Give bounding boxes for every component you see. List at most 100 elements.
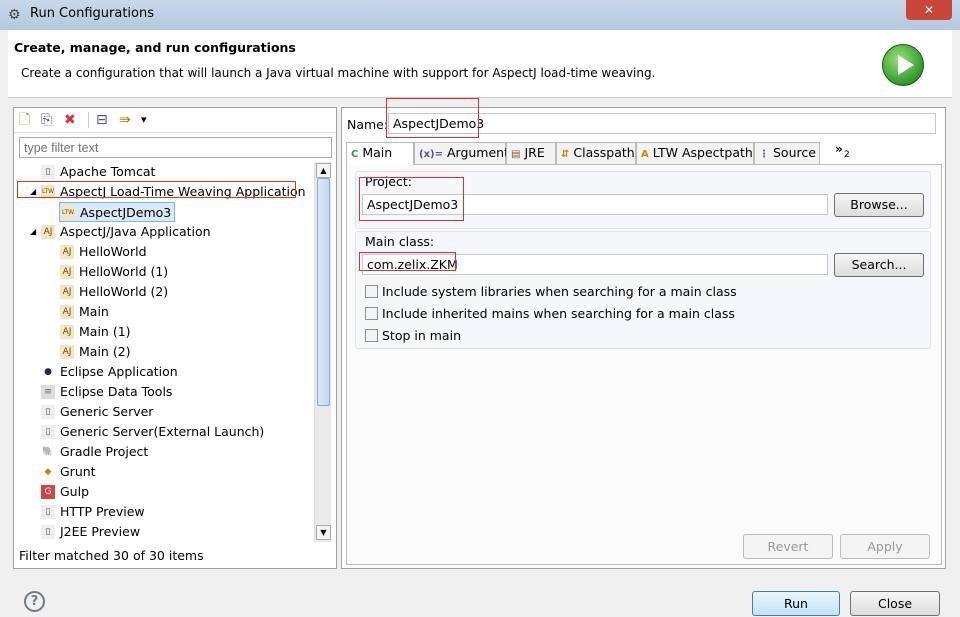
ltw-icon: LTW [61, 206, 75, 220]
checkbox-label: Include inherited mains when searching f… [382, 306, 735, 321]
dialog-header: Create, manage, and run configurations C… [8, 30, 952, 98]
tree-item[interactable]: ▯ Generic Server(External Launch) [40, 422, 267, 442]
tree-item[interactable]: AJ HelloWorld (2) [59, 282, 171, 302]
tab-classpath[interactable]: ⇵ Classpath [556, 142, 636, 164]
tree-item-label: AspectJDemo3 [80, 205, 172, 220]
search-button[interactable]: Search... [834, 253, 924, 277]
tree-item-label: Gulp [60, 484, 90, 499]
configuration-tree: ▯ Apache Tomcat ◢ LTW AspectJ Load-Time Weav… [14, 162, 314, 542]
tab-ltw-aspectpath[interactable]: A LTW Aspectpath [636, 142, 754, 164]
expand-arrow-icon[interactable]: ◢ [30, 222, 36, 242]
tree-item[interactable]: ◆ Grunt [40, 462, 99, 482]
aj-icon: AJ [60, 245, 74, 259]
tree-item[interactable]: AJ HelloWorld (1) [59, 262, 171, 282]
tree-item-label: Main [79, 304, 109, 319]
main-class-group: Main class: com.zelix.ZKM Search... Incl… [355, 231, 931, 349]
name-label: Name: [347, 117, 389, 132]
tab-label: Classpath [573, 145, 635, 160]
include-system-libraries-checkbox[interactable]: Include system libraries when searching … [365, 284, 737, 299]
grunt-icon: ◆ [41, 465, 55, 479]
scroll-down-arrow[interactable]: ▼ [316, 525, 331, 540]
new-configuration-icon[interactable]: 🗋 [19, 112, 30, 128]
tab-icon: C [351, 149, 359, 160]
eclipse-icon: ● [41, 365, 55, 379]
dialog-title: Create, manage, and run configurations [14, 40, 296, 55]
server-icon: ▯ [41, 505, 55, 519]
filter-status: Filter matched 30 of 30 items [19, 548, 204, 563]
tree-item-label: J2EE Preview [60, 524, 141, 539]
run-button[interactable]: Run [752, 591, 840, 616]
tree-item[interactable]: AJ Main [59, 302, 112, 322]
view-menu-icon[interactable]: ▾ [141, 112, 147, 128]
tab-icon: A [641, 149, 649, 160]
stop-in-main-checkbox[interactable]: Stop in main [365, 328, 461, 343]
tree-item-label: Gradle Project [60, 444, 149, 459]
close-button[interactable]: Close [850, 591, 940, 616]
tree-item-label: AspectJ/Java Application [60, 224, 211, 239]
tree-item[interactable]: AJ Main (1) [59, 322, 134, 342]
scroll-thumb[interactable] [317, 178, 330, 406]
tab-icon: (x)= [419, 149, 443, 160]
tree-item[interactable]: ▯ J2EE Preview [40, 522, 143, 542]
filter-icon[interactable]: ⇛ [119, 112, 131, 128]
tree-item[interactable]: ▯ Apache Tomcat [40, 162, 158, 182]
tab-label: Source [773, 145, 816, 160]
collapse-all-icon[interactable]: ⊟ [96, 112, 108, 128]
server-icon: ▯ [41, 165, 55, 179]
tree-item-label: Main (2) [79, 344, 131, 359]
aj-icon: AJ [60, 285, 74, 299]
tab-jre[interactable]: ▤ JRE [506, 142, 556, 164]
checkbox-label: Include system libraries when searching … [382, 284, 737, 299]
window-title: Run Configurations [30, 6, 154, 21]
tab-main[interactable]: C Main [346, 142, 414, 165]
tab-arguments[interactable]: (x)= Arguments [414, 142, 516, 164]
tab-icon: ⇵ [561, 149, 570, 160]
tree-item-label: Main (1) [79, 324, 131, 339]
tab-icon: ⋮ [759, 149, 769, 160]
aj-icon: AJ [60, 325, 74, 339]
gradle-icon: 🐘 [41, 445, 55, 459]
tab-label: LTW Aspectpath [652, 145, 753, 160]
tree-item[interactable]: AJ HelloWorld [59, 242, 150, 262]
server-icon: ▯ [41, 405, 55, 419]
tab-source[interactable]: ⋮ Source [754, 142, 820, 164]
tree-item-label: HTTP Preview [60, 504, 145, 519]
tree-item[interactable]: ◢ AJ AspectJ/Java Application [30, 222, 214, 242]
highlight-box [359, 177, 464, 221]
highlight-box [359, 252, 456, 271]
more-tabs-button[interactable]: » [835, 142, 843, 156]
tree-item[interactable]: ≡ Eclipse Data Tools [40, 382, 175, 402]
tree-scrollbar[interactable]: ▲ ▼ [314, 162, 331, 542]
more-tabs-count: 2 [844, 150, 850, 160]
duplicate-icon[interactable]: ⎘ [41, 112, 52, 128]
tree-item-label: HelloWorld (2) [79, 284, 169, 299]
tree-item[interactable]: 🐘 Gradle Project [40, 442, 151, 462]
tree-item[interactable]: LTW AspectJDemo3 [59, 202, 176, 222]
server-icon: ▯ [41, 525, 55, 539]
gulp-icon: G [41, 485, 55, 499]
filter-input[interactable] [19, 137, 332, 158]
tree-item[interactable]: ▯ HTTP Preview [40, 502, 148, 522]
revert-button[interactable]: Revert [743, 534, 833, 559]
browse-button[interactable]: Browse... [834, 193, 924, 217]
database-icon: ≡ [41, 385, 55, 399]
tab-label: JRE [524, 145, 545, 160]
tree-item[interactable]: G Gulp [40, 482, 92, 502]
tree-item-label: Apache Tomcat [60, 164, 156, 179]
aj-icon: AJ [60, 265, 74, 279]
include-inherited-mains-checkbox[interactable]: Include inherited mains when searching f… [365, 306, 735, 321]
tab-icon: ▤ [511, 149, 521, 160]
main-tab-content: Project: AspectJDemo3 Browse... Main cla… [346, 164, 942, 565]
delete-icon[interactable]: ✖ [64, 112, 76, 128]
checkbox-label: Stop in main [382, 328, 461, 343]
scroll-up-arrow[interactable]: ▲ [316, 163, 331, 178]
apply-button[interactable]: Apply [840, 534, 930, 559]
window-close-button[interactable]: ✕ [906, 0, 952, 20]
tree-item[interactable]: AJ Main (2) [59, 342, 134, 362]
tree-item[interactable]: ● Eclipse Application [40, 362, 181, 382]
aj-icon: AJ [41, 225, 55, 239]
tree-item[interactable]: ▯ Generic Server [40, 402, 156, 422]
tab-label: Main [362, 145, 393, 160]
gear-icon: ⚙ [8, 7, 21, 23]
help-icon[interactable]: ? [24, 591, 45, 612]
